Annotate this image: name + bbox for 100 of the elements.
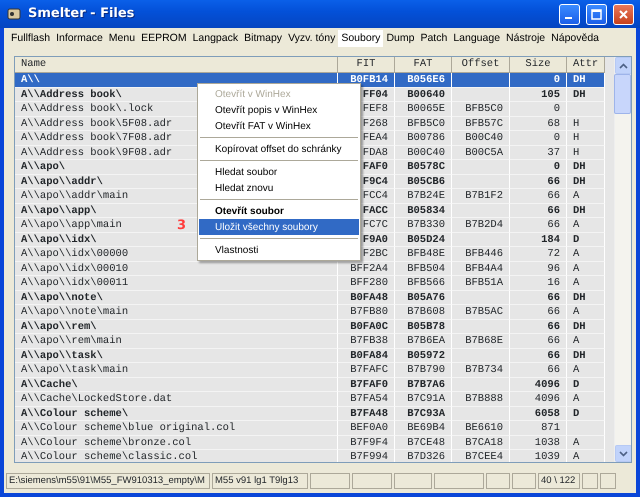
- table-cell: B0065E: [395, 102, 452, 116]
- table-cell: BE69B4: [395, 421, 452, 436]
- table-cell: B7CA18: [452, 436, 510, 450]
- table-cell: 184: [510, 232, 567, 247]
- table-cell: 0: [510, 160, 567, 174]
- table-cell: B7B5AC: [452, 305, 510, 320]
- menu-tab[interactable]: Menu: [106, 30, 138, 47]
- table-cell: A\\Cache\LockedStore.dat: [15, 392, 338, 406]
- table-cell: DH: [567, 290, 605, 305]
- table-cell: 0: [510, 131, 567, 146]
- empty-cell: [452, 204, 510, 218]
- menu-tab[interactable]: Patch: [417, 30, 450, 47]
- table-cell: B7B6EA: [395, 334, 452, 348]
- table-cell: B7B734: [452, 363, 510, 378]
- menu-tab[interactable]: Language: [450, 30, 504, 47]
- empty-cell: [452, 320, 510, 334]
- empty-cell: [567, 421, 605, 436]
- table-cell: 66: [510, 290, 567, 305]
- table-cell: B00786: [395, 131, 452, 146]
- table-cell: BFB4A4: [452, 262, 510, 276]
- table-cell: BFB48E: [395, 247, 452, 262]
- menu-tab[interactable]: Soubory: [338, 30, 384, 47]
- scroll-down-button[interactable]: [615, 445, 631, 462]
- table-cell: B00C40: [395, 146, 452, 160]
- table-cell: B7B7A6: [395, 378, 452, 392]
- table-cell: B7C91A: [395, 392, 452, 406]
- empty-cell: [452, 290, 510, 305]
- status-pane: [582, 473, 598, 489]
- app-icon: [6, 6, 22, 22]
- scroll-up-button[interactable]: [615, 57, 631, 74]
- table-cell: B7FA54: [338, 392, 395, 406]
- column-header[interactable]: Offset: [452, 57, 510, 73]
- table-cell: B00640: [395, 88, 452, 102]
- status-pane: [434, 473, 484, 489]
- table-cell: B7B1F2: [452, 189, 510, 204]
- status-pane: [394, 473, 432, 489]
- table-cell: B7CEE4: [452, 450, 510, 462]
- table-cell: 66: [510, 305, 567, 320]
- table-cell: DH: [567, 73, 605, 88]
- table-cell: 66: [510, 334, 567, 348]
- status-pane: [486, 473, 510, 489]
- table-cell: A: [567, 262, 605, 276]
- table-cell: 871: [510, 421, 567, 436]
- table-cell: B0FA0C: [338, 320, 395, 334]
- table-cell: H: [567, 131, 605, 146]
- table-cell: B7D326: [395, 450, 452, 462]
- menu-tab[interactable]: Bitmapy: [241, 30, 286, 47]
- status-pane: [352, 473, 392, 489]
- maximize-icon: [591, 8, 602, 20]
- menu-item[interactable]: Uložit všechny soubory: [199, 219, 359, 235]
- table-cell: D: [567, 378, 605, 392]
- table-cell: B05A76: [395, 290, 452, 305]
- table-cell: B7F994: [338, 450, 395, 462]
- table-cell: 66: [510, 189, 567, 204]
- table-cell: 6058: [510, 406, 567, 421]
- close-button[interactable]: [613, 4, 634, 24]
- table-cell: B7FB38: [338, 334, 395, 348]
- table-cell: DH: [567, 174, 605, 189]
- table-cell: BFB51A: [452, 276, 510, 290]
- table-cell: B056E6: [395, 73, 452, 88]
- table-cell: B00C5A: [452, 146, 510, 160]
- table-cell: H: [567, 146, 605, 160]
- empty-cell: [567, 102, 605, 116]
- table-cell: BFB566: [395, 276, 452, 290]
- empty-cell: [452, 348, 510, 363]
- column-header[interactable]: Attr: [567, 57, 605, 73]
- empty-cell: [452, 160, 510, 174]
- maximize-button[interactable]: [586, 4, 607, 24]
- table-cell: B7B68E: [452, 334, 510, 348]
- table-cell: 66: [510, 320, 567, 334]
- column-header[interactable]: FAT: [395, 57, 452, 73]
- table-cell: B05CB6: [395, 174, 452, 189]
- menu-tab[interactable]: Nápověda: [548, 30, 602, 47]
- table-cell: A: [567, 218, 605, 232]
- menu-tab[interactable]: Informace: [53, 30, 106, 47]
- status-pane: [310, 473, 350, 489]
- table-cell: B0FA48: [338, 290, 395, 305]
- scrollbar-thumb[interactable]: [614, 74, 631, 114]
- table-cell: B7FA48: [338, 406, 395, 421]
- menu-tab[interactable]: Fullflash: [8, 30, 54, 47]
- menu-tab[interactable]: Nástroje: [503, 30, 548, 47]
- table-cell: A\\Colour scheme\: [15, 406, 338, 421]
- column-header[interactable]: Size: [510, 57, 567, 73]
- table-cell: B7B790: [395, 363, 452, 378]
- table-cell: B7B888: [452, 392, 510, 406]
- table-cell: A\\apo\\note\main: [15, 305, 338, 320]
- table-cell: A: [567, 305, 605, 320]
- minimize-button[interactable]: [559, 4, 580, 24]
- menu-tab[interactable]: Vyzv. tóny: [285, 30, 338, 47]
- status-text: E:\siemens\m55\91\M55_FW910313_empty\M: [6, 473, 210, 489]
- column-header[interactable]: Name: [15, 57, 338, 73]
- column-header[interactable]: FIT: [338, 57, 395, 73]
- menu-tab[interactable]: EEPROM: [138, 30, 190, 47]
- menu-tab[interactable]: Langpack: [190, 30, 242, 47]
- close-icon: [618, 8, 629, 20]
- table-cell: A\\Colour scheme\blue original.col: [15, 421, 338, 436]
- table-cell: A\\apo\\rem\: [15, 320, 338, 334]
- status-text: 40 \ 122: [538, 473, 580, 489]
- empty-cell: [452, 232, 510, 247]
- menu-tab[interactable]: Dump: [383, 30, 418, 47]
